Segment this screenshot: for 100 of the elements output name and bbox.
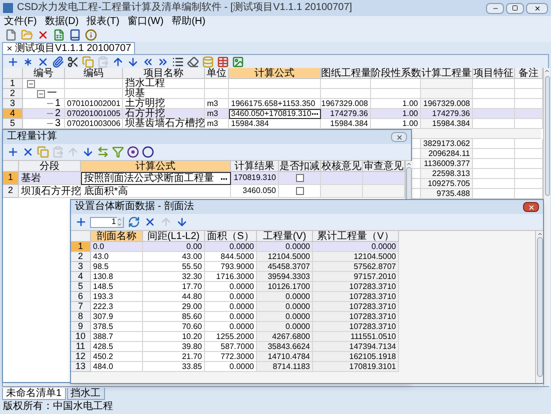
row-number[interactable]: 13 xyxy=(71,362,91,372)
table-cell: 1.00 xyxy=(402,108,418,120)
maximize-icon xyxy=(512,5,518,11)
maximize-button[interactable] xyxy=(506,2,524,14)
column-header[interactable]: 计算结果 xyxy=(231,161,279,172)
menu-item[interactable]: 文件(F) xyxy=(4,17,37,27)
row-number[interactable]: 2 xyxy=(3,89,23,99)
close-button[interactable] xyxy=(523,202,539,212)
column-header[interactable]: 编码 xyxy=(65,68,123,79)
table-cell: 0.0000 xyxy=(286,300,310,312)
column-header[interactable]: 图纸工程量 xyxy=(321,68,371,79)
table-cell: 174279.36 xyxy=(330,108,368,120)
document-tab[interactable]: 测试项目V1.1.1 20100707 xyxy=(2,42,136,54)
table-row[interactable]: 4 2 070201001005 石方开挖 m3 3460.050+170819.310 174279.36 1.00 174279.36 xyxy=(3,109,543,119)
table-row[interactable]: 6 193.3 44.80 0.0000 0.0000 107283.3710 xyxy=(71,292,399,302)
sheet-tab[interactable]: 挡水工 xyxy=(66,388,105,400)
table-cell: 12104.5000 xyxy=(354,250,396,262)
table-cell: 0.0000 xyxy=(286,320,310,332)
row-number[interactable]: 1 xyxy=(3,79,23,89)
table-cell-text: 坝基齿墙石方槽挖 xyxy=(125,118,205,131)
collapse-icon[interactable] xyxy=(37,90,45,98)
column-header[interactable]: 校核意见 xyxy=(321,161,363,172)
scrollbar[interactable] xyxy=(543,68,550,386)
row-number[interactable]: 4 xyxy=(71,272,91,282)
column-header[interactable]: 项目名称 xyxy=(123,68,205,79)
menu-item[interactable]: 帮助(H) xyxy=(172,17,206,27)
table-row[interactable]: 7 222.3 29.00 0.0000 0.0000 107283.3710 xyxy=(71,302,399,312)
table-row[interactable]: 13 484.0 33.85 0.0000 8714.1183 170819.3101 xyxy=(71,362,399,372)
column-header[interactable]: 计算工程量 xyxy=(421,68,473,79)
table-cell: m3 xyxy=(207,108,218,120)
row-number[interactable]: 3 xyxy=(3,99,23,109)
column-header[interactable]: 面积（S） xyxy=(205,231,257,242)
table-cell: 148.5 xyxy=(93,280,114,292)
close-icon[interactable] xyxy=(6,45,13,52)
column-header[interactable]: 计算公式 xyxy=(81,161,231,172)
column-header[interactable]: 计算公式 xyxy=(229,68,321,79)
table-cell: 793.9000 xyxy=(220,260,254,272)
collapse-icon[interactable] xyxy=(27,80,35,88)
row-number[interactable]: 2 xyxy=(3,185,19,198)
table-cell: 772.3000 xyxy=(220,350,254,362)
table-row[interactable]: 1 挡水工程 xyxy=(3,79,543,89)
row-number[interactable]: 12 xyxy=(71,352,91,362)
row-number[interactable]: 6 xyxy=(71,292,91,302)
scroll-up-icon[interactable] xyxy=(406,161,412,167)
row-number[interactable]: 10 xyxy=(71,332,91,342)
menu-item[interactable]: 报表(T) xyxy=(86,17,120,27)
close-button[interactable] xyxy=(391,132,407,142)
table-row[interactable]: 1 0.0 0.00 0.0000 0.0000 0.0000 xyxy=(71,242,399,252)
row-number[interactable]: 5 xyxy=(71,282,91,292)
row-number[interactable]: 4 xyxy=(3,109,23,119)
table-row[interactable]: 2 一 坝基 xyxy=(3,89,543,99)
table-cell-text: 坝基 xyxy=(125,88,145,99)
scroll-thumb[interactable] xyxy=(536,237,542,377)
row-number[interactable]: 8 xyxy=(71,312,91,322)
column-header[interactable]: 单位 xyxy=(205,68,229,79)
row-number[interactable]: 11 xyxy=(71,342,91,352)
scroll-up-icon[interactable] xyxy=(536,231,542,237)
table-cell: 22598.313 xyxy=(432,168,470,180)
spinner-field[interactable]: 1 xyxy=(90,216,124,228)
menu-item[interactable]: 数据(D) xyxy=(44,17,79,27)
column-header[interactable]: 备注 xyxy=(515,68,543,79)
scroll-thumb[interactable] xyxy=(544,76,550,196)
row-number[interactable]: 2 xyxy=(71,252,91,262)
empty-cell xyxy=(321,79,371,89)
close-icon xyxy=(528,204,534,210)
table-cell: 307.9 xyxy=(93,310,114,322)
scroll-up-icon[interactable] xyxy=(544,68,550,74)
scrollbar[interactable] xyxy=(535,231,543,383)
column-header[interactable]: 是否扣减 xyxy=(279,161,321,172)
column-header[interactable]: 间距(L1-L2) xyxy=(143,231,205,242)
table-cell: 378.5 xyxy=(93,320,114,332)
menu-item[interactable]: 窗口(W) xyxy=(127,17,164,27)
column-header[interactable]: 阶段性系数 xyxy=(371,68,421,79)
row-number[interactable]: 3 xyxy=(71,262,91,272)
table-row[interactable]: 9 378.5 70.60 0.0000 0.0000 107283.3710 xyxy=(71,322,399,332)
column-header[interactable]: 项目特征 xyxy=(473,68,515,79)
column-header[interactable]: 累计工程量（V） xyxy=(313,231,399,242)
table-row[interactable]: 8 307.9 85.60 0.0000 0.0000 107283.3710 xyxy=(71,312,399,322)
spin-up-icon[interactable] xyxy=(117,217,122,222)
column-header[interactable]: 分段 xyxy=(19,161,81,172)
table-cell: 147394.7134 xyxy=(349,340,396,352)
table-row[interactable]: 2 坝顶石方开挖 底面积*高 3460.050 xyxy=(3,185,405,198)
column-header[interactable]: 编号 xyxy=(23,68,65,79)
row-number[interactable]: 1 xyxy=(3,172,19,185)
column-header[interactable]: 剖面名称 xyxy=(91,231,143,242)
sheet-tab[interactable]: 未命名清单1 xyxy=(2,388,66,400)
checkbox[interactable] xyxy=(296,187,304,195)
row-number[interactable]: 5 xyxy=(3,119,23,129)
table-cell-text: 0.0000 xyxy=(372,241,396,252)
column-header[interactable]: 工程量(V) xyxy=(257,231,313,242)
table-row[interactable]: 5 148.5 17.70 0.0000 10126.1700 107283.3710 xyxy=(71,282,399,292)
checkbox[interactable] xyxy=(296,174,304,182)
column-header[interactable]: 审查意见 xyxy=(363,161,405,172)
item-number: 2 xyxy=(55,107,61,119)
table-cell: m3 xyxy=(207,118,218,130)
row-number[interactable]: 1 xyxy=(71,242,91,252)
row-number[interactable]: 9 xyxy=(71,322,91,332)
spin-down-icon[interactable] xyxy=(117,222,122,227)
table-cell: m3 xyxy=(207,98,218,110)
row-number[interactable]: 7 xyxy=(71,302,91,312)
